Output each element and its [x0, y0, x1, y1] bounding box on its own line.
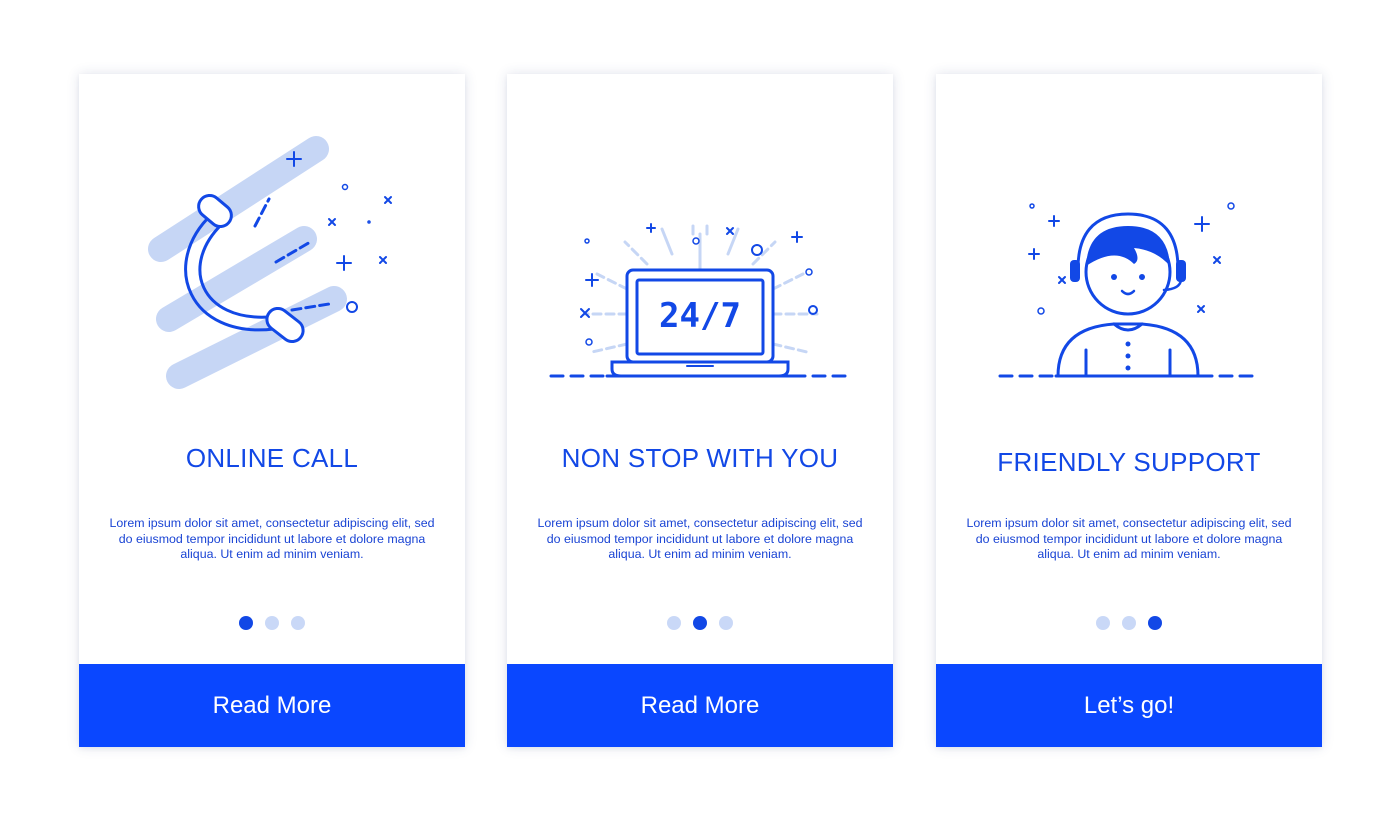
page-dot-1[interactable]: [1096, 616, 1110, 630]
onboarding-card-online-call: ONLINE CALL Lorem ipsum dolor sit amet, …: [79, 74, 465, 747]
card-description: Lorem ipsum dolor sit amet, consectetur …: [537, 516, 863, 561]
support-agent-icon: [936, 114, 1322, 414]
read-more-button[interactable]: Read More: [507, 664, 893, 747]
onboarding-card-friendly-support: FRIENDLY SUPPORT Lorem ipsum dolor sit a…: [936, 74, 1322, 747]
lets-go-button[interactable]: Let’s go!: [936, 664, 1322, 747]
page-dot-2[interactable]: [1122, 616, 1136, 630]
card-description: Lorem ipsum dolor sit amet, consectetur …: [109, 516, 435, 561]
page-dot-1[interactable]: [239, 616, 253, 630]
page-dot-3[interactable]: [291, 616, 305, 630]
card-description: Lorem ipsum dolor sit amet, consectetur …: [966, 516, 1292, 561]
pagination-dots: [507, 616, 893, 630]
card-title: ONLINE CALL: [185, 443, 359, 473]
laptop-screen-text: 24/7: [659, 296, 741, 336]
pagination-dots: [79, 616, 465, 630]
phone-icon: [79, 114, 465, 414]
card-title: FRIENDLY SUPPORT: [997, 447, 1261, 477]
page-dot-2[interactable]: [693, 616, 707, 630]
read-more-button[interactable]: Read More: [79, 664, 465, 747]
page-dot-3[interactable]: [719, 616, 733, 630]
page-dot-3[interactable]: [1148, 616, 1162, 630]
card-title: NON STOP WITH YOU: [561, 443, 839, 473]
pagination-dots: [936, 616, 1322, 630]
laptop-24-7-icon: 24/7: [507, 114, 893, 414]
onboarding-card-non-stop: 24/7 NON STOP WITH YOU Lorem ipsum dolor…: [507, 74, 893, 747]
page-dot-2[interactable]: [265, 616, 279, 630]
page-dot-1[interactable]: [667, 616, 681, 630]
